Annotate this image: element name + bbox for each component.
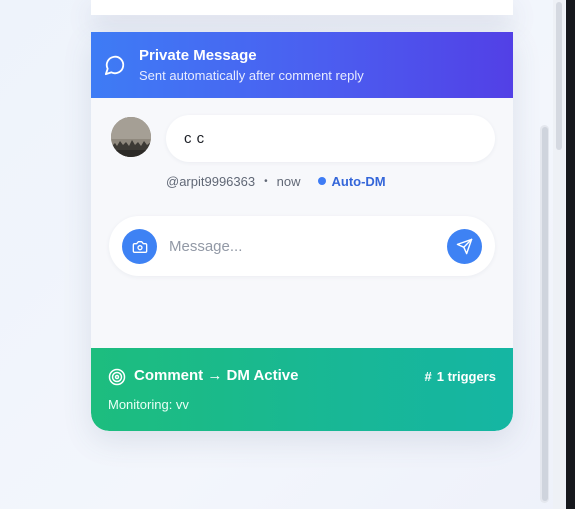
meta-separator: • — [264, 175, 268, 187]
header-subtitle: Sent automatically after comment reply — [139, 68, 364, 83]
comment-username[interactable]: @arpit9996363 — [166, 174, 255, 189]
message-composer — [109, 216, 495, 276]
hash-icon: # — [424, 369, 432, 384]
avatar — [111, 117, 151, 157]
status-dot — [318, 177, 327, 185]
target-icon — [108, 368, 126, 386]
triggers-label: 1 triggers — [436, 369, 496, 384]
dm-preview-card: Private Message Sent automatically after… — [91, 32, 513, 431]
comment-text: c c — [184, 130, 205, 147]
scrollbar-thumb[interactable] — [542, 127, 548, 501]
automation-status-footer: Comment → DM Active # 1 triggers Monitor… — [91, 348, 513, 431]
automation-title: Comment → DM Active — [134, 367, 299, 384]
message-circle-icon — [104, 55, 125, 76]
comment-time: now — [276, 173, 301, 189]
monitoring-text: Monitoring: vv — [108, 397, 189, 412]
message-input[interactable] — [169, 234, 429, 258]
triggers-count: # 1 triggers — [425, 369, 496, 384]
camera-icon — [132, 240, 147, 253]
comment-meta: @arpit9996363 • now Auto-DM — [166, 172, 386, 190]
camera-button[interactable] — [122, 229, 157, 264]
window-scrollbar-thumb[interactable] — [556, 2, 562, 150]
previous-card — [91, 0, 513, 15]
header-title: Private Message — [139, 47, 257, 64]
comment-bubble: c c — [166, 115, 495, 162]
send-button[interactable] — [447, 229, 482, 264]
send-icon — [456, 238, 473, 255]
auto-dm-badge: Auto-DM — [331, 173, 386, 189]
card-header: Private Message Sent automatically after… — [91, 32, 513, 98]
avatar-image — [111, 117, 151, 157]
window-edge — [566, 0, 575, 509]
